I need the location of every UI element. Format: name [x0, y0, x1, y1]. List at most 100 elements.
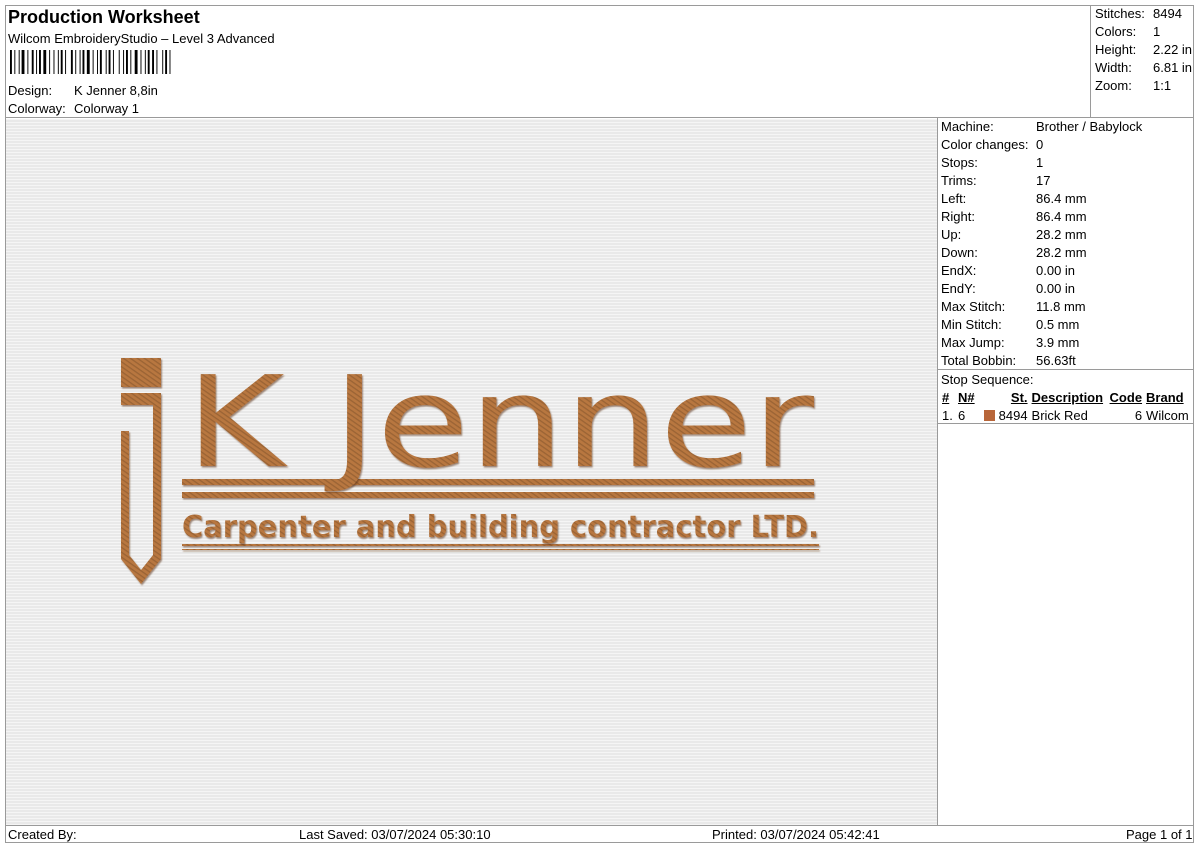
design-row: Design: K Jenner 8,8in [8, 83, 158, 98]
property-label: Down: [941, 245, 978, 260]
colorway-label: Colorway: [8, 101, 66, 116]
footer-divider [5, 825, 1194, 826]
row-st-cell: 8494 [982, 406, 1030, 424]
property-value: 28.2 mm [1036, 227, 1087, 242]
property-label: Min Stitch: [941, 317, 1002, 332]
design-label: Design: [8, 83, 53, 98]
footer-last-saved: Last Saved: 03/07/2024 05:30:10 [299, 827, 491, 842]
embroidery-design: K Jenner Carpenter and building contract… [121, 349, 819, 584]
property-row: Up: 28.2 mm [941, 226, 1142, 244]
property-row: Machine: Brother / Babylock [941, 118, 1142, 136]
property-value: 17 [1036, 173, 1051, 188]
property-value: 86.4 mm [1036, 209, 1087, 224]
design-tagline: Carpenter and building contractor LTD. [182, 510, 819, 545]
tagline-underline-dashed [182, 549, 819, 550]
summary-panel: Stitches: 8494 Colors: 1 Height: 2.22 in Wi… [1095, 5, 1192, 95]
property-value: 0 [1036, 137, 1044, 152]
summary-width: Width: 6.81 in [1095, 59, 1192, 77]
property-label: Right: [941, 209, 975, 224]
property-label: EndX: [941, 263, 977, 278]
property-row: Color changes: 0 [941, 136, 1142, 154]
summary-value: 2.22 in [1153, 42, 1193, 57]
property-value: 0.5 mm [1036, 317, 1080, 332]
property-label: Machine: [941, 119, 994, 134]
property-value: 3.9 mm [1036, 335, 1080, 350]
property-label: Up: [941, 227, 962, 242]
property-row: Down: 28.2 mm [941, 244, 1142, 262]
summary-label: Stitches: [1095, 6, 1145, 21]
colorway-value: Colorway 1 [74, 101, 140, 116]
property-label: Max Stitch: [941, 299, 1006, 314]
footer-page: Page 1 of 1 [1126, 827, 1193, 842]
summary-zoom: Zoom: 1:1 [1095, 77, 1192, 95]
property-label: Max Jump: [941, 335, 1005, 350]
props-divider [937, 117, 938, 825]
stop-sequence-table: # N# St. Description Code Brand 1. 6 8494… [940, 388, 1191, 424]
summary-value: 8494 [1153, 6, 1182, 21]
design-main-text: K Jenner [186, 349, 814, 496]
property-label: Stops: [941, 155, 978, 170]
property-value: 11.8 mm [1036, 299, 1086, 314]
property-value: 0.00 in [1036, 281, 1076, 296]
colorway-row: Colorway: Colorway 1 [8, 101, 139, 116]
stop-sequence-label: Stop Sequence: [941, 372, 1034, 387]
row-code: 6 [1134, 407, 1143, 423]
property-row: Total Bobbin: 56.63ft [941, 352, 1142, 370]
footer-printed: Printed: 03/07/2024 05:42:41 [712, 827, 880, 842]
color-swatch [984, 409, 995, 421]
row-st: 8494 [998, 407, 1028, 423]
software-subtitle: Wilcom EmbroideryStudio – Level 3 Advanc… [8, 31, 275, 46]
summary-label: Height: [1095, 42, 1137, 57]
row-description: Brick Red [1031, 407, 1088, 423]
property-label: Trims: [941, 173, 977, 188]
summary-label: Zoom: [1095, 78, 1132, 93]
design-canvas: K Jenner Carpenter and building contract… [6, 119, 937, 825]
property-row: Stops: 1 [941, 154, 1142, 172]
property-label: Left: [941, 191, 967, 206]
property-row: Max Stitch: 11.8 mm [941, 298, 1142, 316]
property-value: 28.2 mm [1036, 245, 1087, 260]
row-num: 1. [942, 407, 953, 423]
property-row: EndX: 0.00 in [941, 262, 1142, 280]
summary-label: Width: [1095, 60, 1132, 75]
property-row: Left: 86.4 mm [941, 190, 1142, 208]
summary-value: 1:1 [1153, 78, 1172, 93]
property-row: Right: 86.4 mm [941, 208, 1142, 226]
summary-value: 6.81 in [1153, 60, 1193, 75]
row-n: 6 [958, 407, 966, 423]
summary-stitches: Stitches: 8494 [1095, 5, 1192, 23]
property-label: EndY: [941, 281, 976, 296]
property-row: Max Jump: 3.9 mm [941, 334, 1142, 352]
table-row: 1. 6 8494 Brick Red 6 Wilcom [940, 406, 1191, 424]
col-brand: Brand [1146, 389, 1184, 405]
design-value: K Jenner 8,8in [74, 83, 158, 98]
property-value: Brother / Babylock [1036, 119, 1143, 134]
summary-divider [1090, 5, 1091, 118]
machine-properties: Machine: Brother / Babylock Color changes:… [941, 118, 1142, 370]
summary-value: 1 [1153, 24, 1161, 39]
property-row: EndY: 0.00 in [941, 280, 1142, 298]
barcode [10, 50, 171, 74]
property-row: Trims: 17 [941, 172, 1142, 190]
summary-label: Colors: [1095, 24, 1137, 39]
summary-colors: Colors: 1 [1095, 23, 1192, 41]
property-label: Color changes: [941, 137, 1029, 152]
stop-sequence-header: # N# St. Description Code Brand [940, 388, 1191, 406]
col-n: N# [958, 389, 975, 405]
logo-pencil [121, 393, 161, 584]
col-description: Description [1031, 389, 1104, 405]
col-code: Code [1109, 389, 1143, 405]
property-label: Total Bobbin: [941, 353, 1017, 368]
property-value: 1 [1036, 155, 1044, 170]
property-value: 86.4 mm [1036, 191, 1087, 206]
property-value: 56.63ft [1036, 353, 1076, 368]
logo-dot [121, 358, 161, 387]
col-st: St. [1010, 389, 1028, 405]
col-num: # [942, 389, 950, 405]
row-brand: Wilcom [1146, 407, 1189, 423]
footer-created-by: Created By: [8, 827, 77, 842]
property-value: 0.00 in [1036, 263, 1076, 278]
property-row: Min Stitch: 0.5 mm [941, 316, 1142, 334]
summary-height: Height: 2.22 in [1095, 41, 1192, 59]
page-title: Production Worksheet [8, 7, 200, 27]
